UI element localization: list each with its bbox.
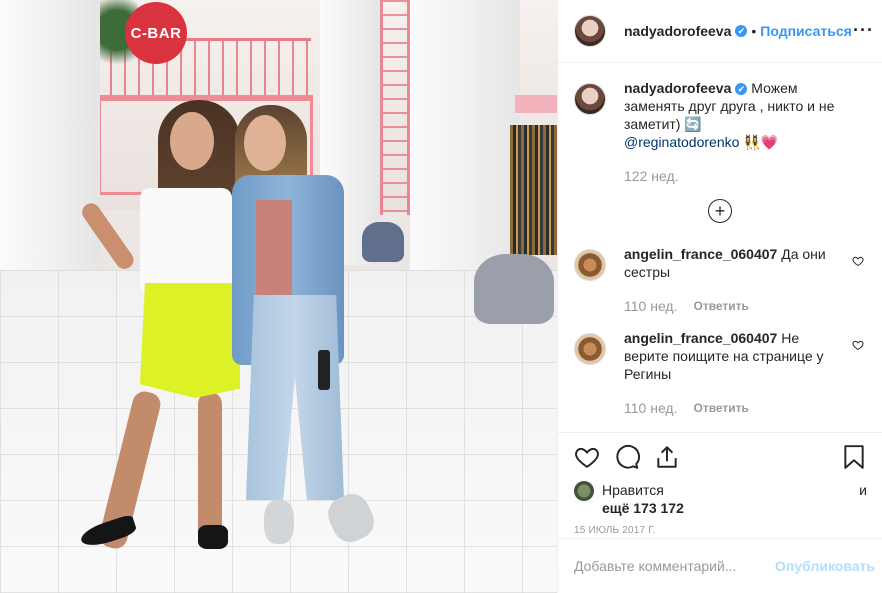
comment-item: angelin_france_060407 Не верите поищите … xyxy=(574,329,866,417)
action-icons xyxy=(574,439,867,475)
post-header: nadyadorofeeva ✔ • Подписаться ··· xyxy=(558,0,882,63)
instagram-post: C-BAR nadyadorofeeva ✔ • Подписаться ···… xyxy=(0,0,882,593)
reply-button[interactable]: Ответить xyxy=(693,399,748,417)
load-more-plus-icon[interactable]: + xyxy=(708,199,732,223)
woman-right-shoe xyxy=(264,500,294,544)
liker-avatar[interactable] xyxy=(574,481,594,501)
caption-mention-link[interactable]: @reginatodorenko xyxy=(624,134,739,150)
add-comment-bar: Опубликовать xyxy=(558,538,882,593)
comment-body: angelin_france_060407 Не верите поищите … xyxy=(624,329,866,417)
caption-age[interactable]: 122 нед. xyxy=(624,167,679,185)
photo-chair xyxy=(474,254,554,324)
woman-right-top xyxy=(256,200,292,300)
comment-meta: 110 нед. Ответить xyxy=(624,297,842,315)
share-icon[interactable] xyxy=(654,444,680,470)
woman-right-phone xyxy=(318,350,330,390)
verified-badge-icon: ✔ xyxy=(735,83,748,96)
woman-right-face xyxy=(244,115,286,171)
comment-input[interactable] xyxy=(574,558,776,574)
load-more-comments: + xyxy=(574,199,866,223)
commenter-avatar[interactable] xyxy=(574,249,606,281)
caption-body: nadyadorofeeva ✔ Можем заменять друг друг… xyxy=(624,79,866,185)
woman-left-face xyxy=(170,112,214,170)
save-bookmark-icon[interactable] xyxy=(841,444,867,470)
post-photo[interactable]: C-BAR xyxy=(0,0,557,593)
likes-prefix: Нравится xyxy=(602,482,664,498)
comment-meta: 110 нед. Ответить xyxy=(624,399,842,417)
publish-button[interactable]: Опубликовать xyxy=(775,558,875,574)
comment-username[interactable]: angelin_france_060407 xyxy=(624,330,777,346)
comment-username[interactable]: angelin_france_060407 xyxy=(624,246,777,262)
woman-left-shoe xyxy=(198,525,228,549)
likes-count[interactable]: ещё 173 172 xyxy=(602,500,684,516)
comment-age[interactable]: 110 нед. xyxy=(624,297,677,315)
comment-age[interactable]: 110 нед. xyxy=(624,399,677,417)
caption-meta: 122 нед. xyxy=(624,167,842,185)
likes-summary: Нравится ещё 173 172 и xyxy=(574,481,867,517)
photo-clothes-rack xyxy=(510,125,557,255)
comment-item: angelin_france_060407 Да они сестры 110 … xyxy=(574,245,866,315)
more-options-icon[interactable]: ··· xyxy=(853,20,874,41)
post-sidebar: nadyadorofeeva ✔ • Подписаться ··· nadya… xyxy=(557,0,882,593)
like-comment-heart-icon[interactable] xyxy=(852,255,864,267)
post-date[interactable]: 15 ИЮЛЬ 2017 Г. xyxy=(574,525,867,536)
woman-left-leg xyxy=(198,392,222,542)
reply-button[interactable]: Ответить xyxy=(693,297,748,315)
like-comment-heart-icon[interactable] xyxy=(852,339,864,351)
woman-left-skirt xyxy=(140,283,240,398)
photo-pink-rail xyxy=(515,95,557,113)
photo-chair xyxy=(362,222,404,262)
header-separator: • xyxy=(751,23,757,39)
follow-button[interactable]: Подписаться xyxy=(760,23,852,39)
caption: nadyadorofeeva ✔ Можем заменять друг друг… xyxy=(574,79,866,185)
caption-username[interactable]: nadyadorofeeva xyxy=(624,80,731,96)
likes-and: и xyxy=(859,482,867,498)
like-heart-icon[interactable] xyxy=(574,444,600,470)
author-avatar[interactable] xyxy=(574,15,606,47)
post-actions: Нравится ещё 173 172 и 15 ИЮЛЬ 2017 Г. xyxy=(558,432,882,536)
comment-body: angelin_france_060407 Да они сестры 110 … xyxy=(624,245,866,315)
commenter-avatar[interactable] xyxy=(574,333,606,365)
verified-badge-icon: ✔ xyxy=(735,25,748,37)
comment-bubble-icon[interactable] xyxy=(614,444,640,470)
photo-bar-sign: C-BAR xyxy=(125,2,187,64)
caption-emoji: 👯‍♀️💗 xyxy=(743,134,779,150)
likes-text: Нравится ещё 173 172 xyxy=(602,481,849,517)
photo-side-railing xyxy=(380,0,410,215)
author-username[interactable]: nadyadorofeeva xyxy=(624,23,731,39)
caption-author-avatar[interactable] xyxy=(574,83,606,115)
woman-left-top xyxy=(140,188,232,296)
